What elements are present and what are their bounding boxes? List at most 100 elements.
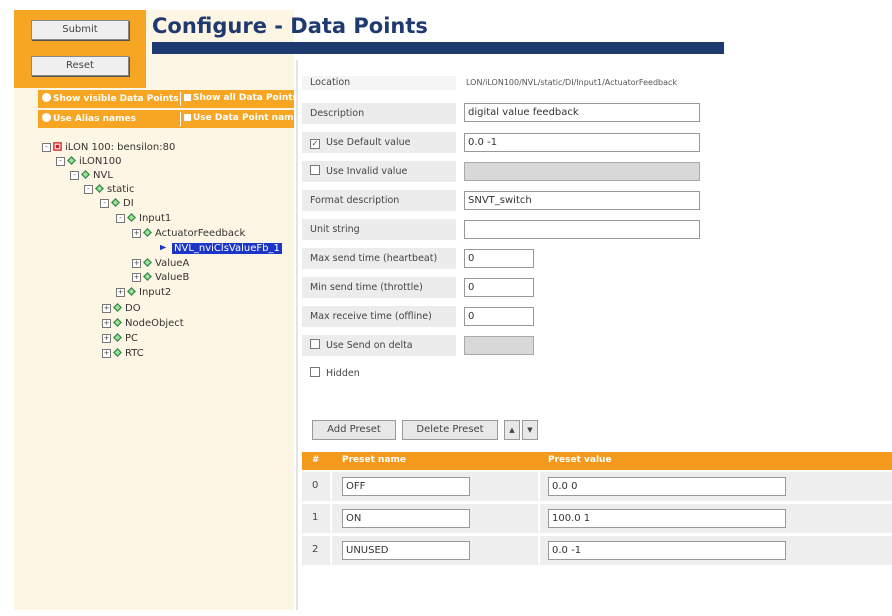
checkbox-icon[interactable] (184, 94, 191, 101)
divider (538, 536, 540, 565)
use-dp-names-option[interactable]: Use Data Point names (184, 113, 305, 123)
preset-value-field[interactable]: 100.0 1 (548, 509, 786, 528)
location-value: LON/iLON100/NVL/static/DI/Input1/Actuato… (466, 78, 678, 87)
use-default-row: ✓ Use Default value (302, 132, 456, 153)
use-default-checkbox[interactable]: ✓ (310, 139, 320, 149)
delete-preset-button[interactable]: Delete Preset (402, 420, 498, 440)
node-diamond-icon (127, 287, 136, 296)
tree-node-label: ValueB (155, 272, 190, 283)
format-label: Format description (302, 190, 456, 211)
divider (330, 472, 332, 501)
device-icon (53, 142, 62, 151)
tree-node[interactable]: + RTC (102, 348, 144, 359)
max-receive-field[interactable]: 0 (464, 307, 534, 326)
collapse-icon[interactable]: - (100, 199, 109, 208)
description-field[interactable]: digital value feedback (464, 103, 700, 122)
tree-node[interactable]: - NVL (70, 170, 113, 181)
expand-icon[interactable]: + (102, 319, 111, 328)
table-row: 0 OFF 0.0 0 (302, 472, 892, 501)
tree-node[interactable]: + Input2 (116, 287, 171, 298)
format-field[interactable]: SNVT_switch (464, 191, 700, 210)
tree-node[interactable]: + ValueA (132, 258, 189, 269)
expand-icon[interactable]: + (132, 259, 141, 268)
unit-field[interactable] (464, 220, 700, 239)
col-index-header: # (312, 455, 320, 465)
collapse-icon[interactable]: - (56, 157, 65, 166)
tree-node[interactable]: NVL_nviClsValueFb_1 (160, 243, 282, 254)
use-send-delta-checkbox[interactable] (310, 339, 320, 349)
preset-value-field[interactable]: 0.0 0 (548, 477, 786, 496)
panel-divider (296, 60, 298, 610)
invalid-value-field[interactable] (464, 162, 700, 181)
move-up-button[interactable]: ▲ (504, 420, 520, 440)
tree-node[interactable]: + NodeObject (102, 318, 184, 329)
divider (538, 504, 540, 533)
tree-node[interactable]: - DI (100, 198, 134, 209)
expand-icon[interactable]: + (132, 229, 141, 238)
node-diamond-icon (143, 258, 152, 267)
collapse-icon[interactable]: - (116, 214, 125, 223)
default-value-field[interactable]: 0.0 -1 (464, 133, 700, 152)
preset-name-field[interactable]: ON (342, 509, 470, 528)
min-send-label: Min send time (throttle) (302, 277, 456, 298)
title-underline-bar (152, 42, 724, 54)
tree-node-label: iLON100 (79, 156, 122, 167)
submit-button[interactable]: Submit (31, 20, 129, 40)
divider (538, 472, 540, 501)
tree-node[interactable]: + PC (102, 333, 138, 344)
reset-button[interactable]: Reset (31, 56, 129, 76)
preset-value-field[interactable]: 0.0 -1 (548, 541, 786, 560)
tree-node-label: DI (123, 198, 134, 209)
add-preset-button[interactable]: Add Preset (312, 420, 396, 440)
tree-node[interactable]: - iLON100 (56, 156, 121, 167)
hidden-row: Hidden (302, 367, 360, 379)
use-invalid-checkbox[interactable] (310, 165, 320, 175)
node-diamond-icon (113, 303, 122, 312)
node-diamond-icon (113, 318, 122, 327)
tree-node-label: PC (125, 333, 139, 344)
collapse-icon[interactable]: - (42, 143, 51, 152)
min-send-field[interactable]: 0 (464, 278, 534, 297)
collapse-icon[interactable]: - (84, 185, 93, 194)
preset-name-field[interactable]: OFF (342, 477, 470, 496)
radio-selected-icon[interactable] (42, 93, 51, 102)
node-diamond-icon (113, 348, 122, 357)
use-alias-option[interactable]: Use Alias names (42, 113, 136, 124)
use-send-delta-row: Use Send on delta (302, 335, 456, 356)
node-diamond-icon (127, 213, 136, 222)
hidden-checkbox[interactable] (310, 367, 320, 377)
tree-node-label: ActuatorFeedback (155, 228, 246, 239)
expand-icon[interactable]: + (102, 304, 111, 313)
node-diamond-icon (113, 333, 122, 342)
tree-node[interactable]: + ValueB (132, 272, 189, 283)
col-value-header: Preset value (548, 455, 612, 465)
expand-icon[interactable]: + (102, 334, 111, 343)
collapse-icon[interactable]: - (70, 171, 79, 180)
arrow-icon (160, 244, 167, 251)
expand-icon[interactable]: + (132, 273, 141, 282)
table-row: 1 ON 100.0 1 (302, 504, 892, 533)
node-diamond-icon (67, 156, 76, 165)
radio-selected-icon[interactable] (42, 113, 51, 122)
max-send-label: Max send time (heartbeat) (302, 248, 456, 269)
table-row: 2 UNUSED 0.0 -1 (302, 536, 892, 565)
expand-icon[interactable]: + (102, 349, 111, 358)
show-all-option[interactable]: Show all Data Points (184, 93, 298, 103)
view-options-bar: Show visible Data Points Show all Data P… (38, 90, 298, 108)
tree-node[interactable]: - iLON 100: bensilon:80 (42, 142, 175, 153)
tree-node[interactable]: + ActuatorFeedback (132, 228, 245, 239)
tree-node[interactable]: - static (84, 184, 134, 195)
max-receive-label: Max receive time (offline) (302, 306, 456, 327)
max-send-field[interactable]: 0 (464, 249, 534, 268)
divider (180, 112, 181, 126)
checkbox-icon[interactable] (184, 114, 191, 121)
show-visible-option[interactable]: Show visible Data Points (42, 93, 179, 104)
move-down-button[interactable]: ▼ (522, 420, 538, 440)
divider (330, 536, 332, 565)
preset-name-field[interactable]: UNUSED (342, 541, 470, 560)
tree-node[interactable]: - Input1 (116, 213, 171, 224)
send-delta-field[interactable] (464, 336, 534, 355)
expand-icon[interactable]: + (116, 288, 125, 297)
tree-node-label: Input2 (139, 287, 172, 298)
tree-node[interactable]: + DO (102, 303, 141, 314)
